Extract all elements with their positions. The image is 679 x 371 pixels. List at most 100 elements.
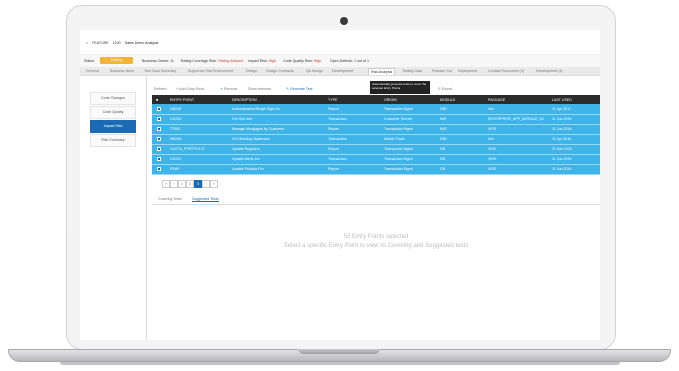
sidebar-item-risk-summary[interactable]: Risk Summary bbox=[90, 134, 136, 147]
last-used-cell: 11 Jun 2016 bbox=[552, 117, 572, 121]
tab-deployment[interactable]: Deployment bbox=[458, 68, 477, 74]
camera-icon bbox=[340, 17, 348, 25]
row-checkbox[interactable] bbox=[157, 156, 161, 161]
tab-development-4[interactable]: Development (4) bbox=[536, 68, 563, 74]
origin-cell: Mobile Trade bbox=[384, 137, 405, 141]
business-owner: Business Owner: JL bbox=[142, 59, 174, 63]
last-used-cell: 11 Apr 2017 bbox=[552, 107, 572, 111]
row-checkbox[interactable] bbox=[157, 146, 161, 151]
row-checkbox[interactable] bbox=[157, 166, 161, 171]
sidebar: Code Changes Code Quality Impact Risk Ri… bbox=[80, 76, 147, 340]
plus-icon: + bbox=[176, 87, 179, 91]
module-cell: IMS bbox=[440, 127, 447, 131]
page-1-button[interactable]: 1 bbox=[178, 180, 186, 188]
col-origin[interactable]: ORIGIN bbox=[384, 98, 397, 102]
last-used-cell: 11 Jun 2016 bbox=[552, 167, 572, 171]
tab-bar: General Business Need Test Case Summary … bbox=[80, 67, 600, 76]
tab-covering-tests[interactable]: Covering Tests bbox=[158, 197, 182, 201]
entry-points-table: ■ ENTRY POINT DESCRIPTION TYPE ORIGIN MO… bbox=[152, 95, 600, 175]
last-used-cell: 11 Apr 2016 bbox=[552, 137, 572, 141]
sidebar-item-code-changes[interactable]: Code Changes bbox=[90, 92, 136, 105]
package-cell: VIDE bbox=[488, 167, 497, 171]
refresh-button[interactable]: Refresh bbox=[154, 87, 167, 91]
entry-point-cell: T7903 bbox=[170, 127, 181, 131]
page-3-button[interactable]: 3 bbox=[194, 180, 202, 188]
status-label: Status bbox=[84, 59, 95, 63]
page-title: Sales Demo Analysis bbox=[124, 41, 159, 45]
entry-point-cell: PSAP bbox=[170, 167, 180, 171]
tab-general[interactable]: General bbox=[86, 68, 99, 74]
col-type[interactable]: TYPE bbox=[328, 98, 337, 102]
entry-point-cell: WB403 bbox=[170, 137, 182, 141]
page-2-button[interactable]: 2 bbox=[186, 180, 194, 188]
open-defects: Open Defects: 1 out of 1 bbox=[330, 59, 369, 63]
tab-design-contracts[interactable]: Design Contracts bbox=[266, 68, 294, 74]
col-module[interactable]: MODULE bbox=[440, 98, 455, 102]
row-checkbox[interactable] bbox=[157, 126, 161, 131]
type-cell: Transaction bbox=[328, 117, 347, 121]
status-badge[interactable]: Testing bbox=[100, 57, 133, 64]
table-row[interactable]: CUS11 Update Alerts Inc Transaction Tran… bbox=[152, 154, 600, 165]
table-row[interactable]: WB403 Get Wording Statement Transaction … bbox=[152, 134, 600, 145]
table-row[interactable]: T7903 Manage Mortgages by Customer Repor… bbox=[152, 124, 600, 135]
laptop-notch bbox=[298, 349, 380, 354]
show-relevant-button[interactable]: Show relevant bbox=[248, 87, 271, 91]
tab-risk-analysis[interactable]: Risk Analysis bbox=[368, 68, 396, 75]
type-cell: Report bbox=[328, 127, 339, 131]
type-cell: Report bbox=[328, 107, 339, 111]
tab-qa-design[interactable]: Qa Design bbox=[306, 68, 323, 74]
description-cell: Update Alerts Inc bbox=[232, 157, 260, 161]
tab-development[interactable]: Development bbox=[332, 68, 353, 74]
sidebar-item-code-quality[interactable]: Code Quality bbox=[90, 106, 136, 119]
table-row[interactable]: DB245 Authentication/Single Sign-On Repo… bbox=[152, 104, 600, 115]
x-icon: ✕ bbox=[220, 87, 224, 91]
tab-testing-data[interactable]: Testing Data bbox=[402, 68, 422, 74]
tab-test-case-summary[interactable]: Test Case Summary bbox=[144, 68, 176, 74]
tab-design[interactable]: Design bbox=[246, 68, 257, 74]
first-page-button[interactable]: « bbox=[162, 180, 170, 188]
export-icon: ⎘ bbox=[438, 87, 441, 91]
col-entry-point[interactable]: ENTRY POINT bbox=[170, 98, 194, 102]
sidebar-item-impact-risk[interactable]: Impact Risk bbox=[90, 120, 136, 133]
module-cell: DB bbox=[440, 167, 445, 171]
tab-business-need[interactable]: Business Need bbox=[110, 68, 134, 74]
export-button[interactable]: ⎘ Export bbox=[438, 87, 452, 91]
package-cell: ENTERPRISE_APP_MODULE_03 bbox=[488, 117, 544, 121]
col-package[interactable]: PACKAGE bbox=[488, 98, 505, 102]
col-description[interactable]: DESCRIPTION bbox=[232, 98, 257, 102]
row-checkbox[interactable] bbox=[157, 106, 161, 111]
app-header: ⌂ FEATURE 1240 Sales Demo Analysis bbox=[80, 30, 600, 54]
type-cell: Transaction bbox=[328, 157, 347, 161]
table-row[interactable]: CUSTA_PORTFOLIO Update Registers Report … bbox=[152, 144, 600, 155]
module-cell: DB2 bbox=[440, 137, 447, 141]
home-icon[interactable]: ⌂ bbox=[86, 41, 88, 45]
table-row[interactable]: CUS01 Get Sub Info Transaction Customer … bbox=[152, 114, 600, 125]
row-checkbox[interactable] bbox=[157, 116, 161, 121]
empty-state-title: 50 Entry Points selected bbox=[343, 234, 409, 240]
type-cell: Report bbox=[328, 167, 339, 171]
select-all-checkbox[interactable]: ■ bbox=[156, 98, 158, 102]
tab-suggested-tests[interactable]: Suggested Tests bbox=[192, 197, 219, 202]
last-page-button[interactable]: » bbox=[210, 180, 218, 188]
impact-risk: Impact Risk: High bbox=[248, 59, 277, 63]
module-cell: DB bbox=[440, 147, 445, 151]
tab-release-cal[interactable]: Release Cal. bbox=[432, 68, 453, 74]
code-quality-risk: Code Quality Risk: High bbox=[283, 59, 322, 63]
tab-supported-env[interactable]: Supported Test Environment bbox=[188, 68, 233, 74]
last-used-cell: 11 Jun 2016 bbox=[552, 127, 572, 131]
generate-tooltip: Automatically generate tests to cover th… bbox=[370, 81, 430, 94]
breadcrumb-id: 1240 bbox=[112, 41, 121, 45]
add-entry-point-button[interactable]: + Add Entry Point bbox=[176, 87, 204, 91]
row-checkbox[interactable] bbox=[157, 136, 161, 141]
module-cell: IMS bbox=[440, 117, 447, 121]
pencil-icon: ✎ bbox=[286, 87, 290, 91]
generate-test-button[interactable]: ✎ Generate Test bbox=[286, 87, 313, 91]
table-row[interactable]: PSAP Update Prodata Pro Report Transacti… bbox=[152, 164, 600, 175]
module-cell: DB bbox=[440, 157, 445, 161]
package-cell: VIDE bbox=[488, 157, 497, 161]
next-page-button[interactable]: › bbox=[202, 180, 210, 188]
remove-button[interactable]: ✕ Remove bbox=[220, 87, 237, 91]
tab-contact-resources[interactable]: Contact Resources (4) bbox=[488, 68, 524, 74]
col-last-used[interactable]: LAST USED bbox=[552, 98, 572, 102]
prev-page-button[interactable]: ‹ bbox=[170, 180, 178, 188]
